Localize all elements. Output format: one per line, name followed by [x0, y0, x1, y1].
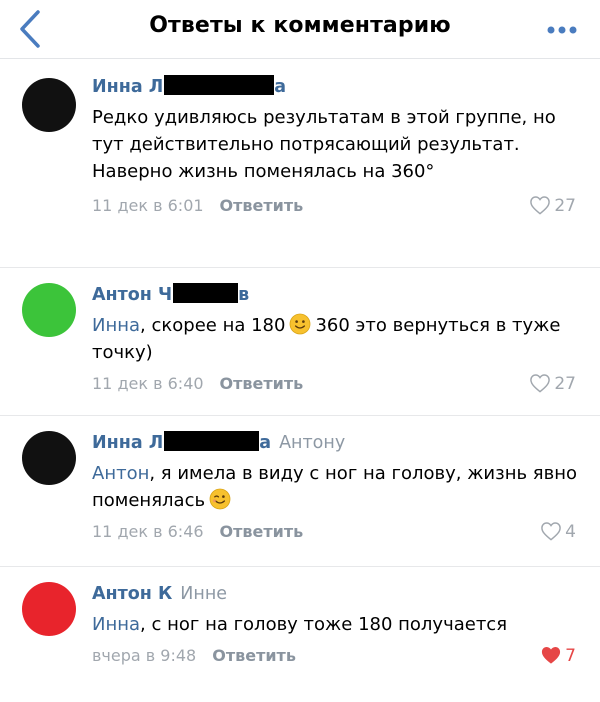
comment-time: 11 дек в 6:40 [92, 374, 204, 393]
reply-button[interactable]: Ответить [220, 374, 304, 393]
author-name[interactable]: Антон К [92, 584, 172, 604]
like-count: 27 [554, 196, 576, 216]
like-button[interactable]: 27 [529, 193, 576, 219]
like-count: 4 [565, 522, 576, 542]
author-name[interactable]: Антон Ч [92, 285, 172, 305]
avatar[interactable] [22, 582, 76, 636]
comment-text: Антон, я имела в виду с ног на голову, ж… [92, 463, 578, 511]
comment-meta: вчера в 9:48 Ответить 7 [92, 643, 582, 669]
mention-link[interactable]: Инна [92, 315, 140, 336]
comment-text: Инна, скорее на 180 360 это вернуться в т… [92, 313, 561, 363]
comment-author: Инна Ла [92, 75, 287, 97]
comment-author: Антон Чв [92, 283, 250, 305]
redaction-bar [173, 283, 239, 303]
heart-outline-icon [530, 374, 551, 393]
comment-text: Редко удивляюсь результатам в этой групп… [92, 107, 556, 182]
reply-to-link[interactable]: Инне [180, 584, 227, 604]
avatar[interactable] [22, 78, 76, 132]
comment-meta: 11 дек в 6:01 Ответить 27 [92, 193, 582, 219]
comment-author: Инна Ла Антону [92, 431, 346, 453]
author-name[interactable]: Инна Л [92, 433, 163, 453]
heart-outline-icon [541, 522, 561, 541]
comment-time: 11 дек в 6:01 [92, 196, 204, 215]
comment-text: Инна, с ног на голову тоже 180 получаетс… [92, 614, 508, 635]
winking-face-icon [209, 488, 231, 510]
divider [0, 415, 600, 416]
reply-button[interactable]: Ответить [220, 522, 304, 541]
heart-outline-icon [530, 196, 551, 215]
comment-time: вчера в 9:48 [92, 646, 197, 665]
avatar[interactable] [22, 431, 76, 485]
comment-time: 11 дек в 6:46 [92, 522, 204, 541]
reply-button[interactable]: Ответить [212, 646, 296, 665]
like-button[interactable]: 7 [540, 643, 576, 669]
comment-meta: 11 дек в 6:40 Ответить 27 [92, 371, 582, 397]
like-button[interactable]: 4 [540, 519, 576, 545]
redaction-bar [164, 431, 260, 451]
comment-meta: 11 дек в 6:46 Ответить 4 [92, 519, 582, 545]
heart-filled-icon [542, 647, 561, 664]
slightly-smiling-face-icon [290, 313, 311, 335]
reply-button[interactable]: Ответить [220, 196, 304, 215]
mention-link[interactable]: Антон [92, 463, 149, 484]
mention-link[interactable]: Инна [92, 614, 140, 635]
divider [0, 267, 600, 268]
more-button[interactable] [544, 22, 580, 36]
avatar[interactable] [22, 283, 76, 337]
redaction-bar [164, 75, 275, 95]
more-dots-icon [547, 26, 577, 34]
author-name[interactable]: Инна Л [92, 77, 163, 97]
nav-header: Ответы к комментарию [0, 0, 600, 59]
like-count: 7 [565, 646, 576, 666]
page-title: Ответы к комментарию [149, 13, 451, 38]
divider [0, 566, 600, 567]
like-button[interactable]: 27 [529, 371, 576, 397]
reply-to-link[interactable]: Антону [279, 433, 345, 453]
like-count: 27 [554, 374, 576, 394]
comment-author: Антон К Инне [92, 582, 582, 606]
